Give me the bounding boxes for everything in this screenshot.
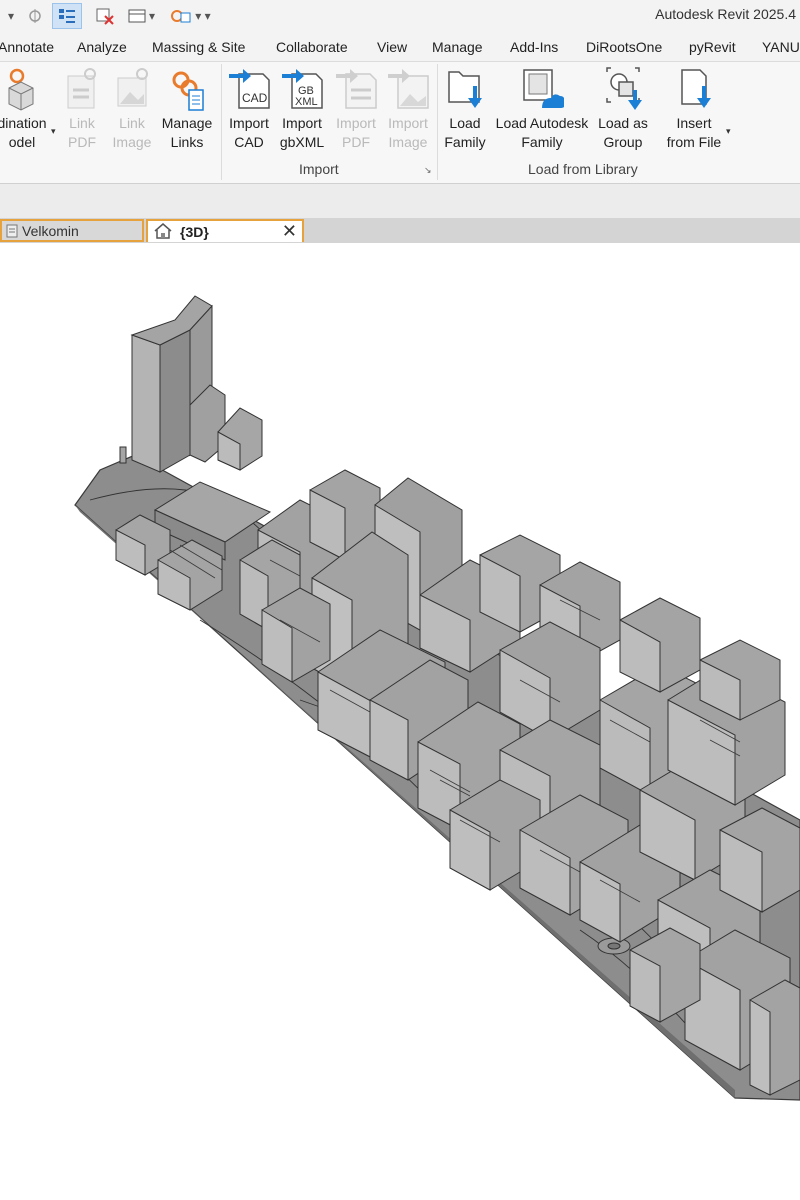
app-title: Autodesk Revit 2025.4 bbox=[655, 6, 796, 22]
dialog-launcher-icon[interactable]: ↘ bbox=[424, 165, 432, 176]
close-hidden-windows-icon[interactable] bbox=[92, 3, 118, 29]
ribbon-tab-bar: Annotate Analyze Massing & Site Collabor… bbox=[0, 34, 800, 62]
tab-annotate[interactable]: Annotate bbox=[0, 39, 54, 55]
chevron-down-icon[interactable]: ▾ bbox=[0, 3, 22, 29]
measure-icon[interactable] bbox=[24, 3, 46, 29]
cad-text: CAD bbox=[242, 91, 268, 105]
insert-from-file-label-1: Insert bbox=[676, 115, 712, 131]
document-icon bbox=[6, 224, 18, 241]
coordination-model-label-1: dination bbox=[0, 115, 47, 131]
import-gbxml-icon: GB XML bbox=[282, 69, 323, 109]
customize-toolbar-icon[interactable]: ▾ ▾ bbox=[166, 3, 214, 29]
insert-from-file-icon bbox=[681, 69, 711, 108]
ribbon-gap bbox=[0, 184, 800, 218]
tab-dirootsone[interactable]: DiRootsOne bbox=[586, 39, 662, 55]
3d-viewport[interactable] bbox=[0, 243, 800, 1200]
import-image-label-1: Import bbox=[388, 115, 428, 131]
group-separator bbox=[437, 64, 438, 180]
import-pdf-label-2: PDF bbox=[342, 134, 370, 150]
tab-manage[interactable]: Manage bbox=[432, 39, 483, 55]
import-pdf-button[interactable]: Import PDF bbox=[330, 66, 382, 152]
load-family-label-1: Load bbox=[449, 115, 481, 131]
insert-from-file-button[interactable]: Insert from File bbox=[661, 66, 727, 152]
import-cad-icon: CAD bbox=[229, 69, 270, 109]
load-as-group-label-2: Group bbox=[603, 134, 643, 150]
manage-links-button[interactable]: Manage Links bbox=[158, 66, 216, 152]
load-family-icon bbox=[448, 71, 482, 108]
close-icon[interactable]: ✕ bbox=[282, 221, 297, 242]
link-image-label-2: Image bbox=[112, 134, 152, 150]
switch-windows-icon[interactable]: ▾ bbox=[122, 3, 160, 29]
tab-view[interactable]: View bbox=[377, 39, 407, 55]
doc-tab-label: Velkomin bbox=[22, 222, 79, 239]
link-image-button[interactable]: Link Image bbox=[106, 66, 158, 152]
tall-tower bbox=[130, 295, 263, 473]
load-family-button[interactable]: Load Family bbox=[440, 66, 490, 152]
load-autodesk-family-icon bbox=[523, 69, 564, 108]
import-group-label: Import bbox=[299, 161, 339, 177]
doc-tab-3d[interactable]: {3D} ✕ bbox=[146, 219, 304, 242]
import-image-icon bbox=[388, 69, 429, 109]
load-autodesk-family-label-2: Family bbox=[521, 134, 563, 150]
coordination-model-label-2: odel bbox=[8, 134, 36, 150]
load-family-label-2: Family bbox=[444, 134, 486, 150]
tab-yanu[interactable]: YANU bbox=[762, 39, 800, 55]
quick-access-toolbar: ▾ ▾ ▾ ▾ Autodesk Revit 2025.4 bbox=[0, 0, 800, 34]
import-image-label-2: Image bbox=[388, 134, 428, 150]
link-pdf-label-2: PDF bbox=[68, 134, 96, 150]
import-pdf-label-1: Import bbox=[336, 115, 376, 131]
tab-massing-site[interactable]: Massing & Site bbox=[152, 39, 245, 55]
link-pdf-label-1: Link bbox=[69, 115, 95, 131]
tab-pyrevit[interactable]: pyRevit bbox=[689, 39, 736, 55]
manage-links-label-2: Links bbox=[170, 134, 204, 150]
doc-tab-velkomin[interactable]: Velkomin bbox=[0, 219, 144, 242]
insert-from-file-label-2: from File bbox=[666, 134, 722, 150]
import-cad-label-2: CAD bbox=[234, 134, 264, 150]
manage-links-icon bbox=[172, 71, 204, 111]
ribbon-panel: dination odel ▾ Link PDF Link Image Mana… bbox=[0, 62, 800, 184]
load-autodesk-family-label-1: Load Autodesk bbox=[495, 115, 589, 131]
load-as-group-label-1: Load as bbox=[598, 115, 648, 131]
load-as-group-button[interactable]: Load as Group bbox=[595, 66, 651, 152]
chevron-down-icon[interactable]: ▾ bbox=[51, 126, 56, 137]
load-from-library-group-label: Load from Library bbox=[528, 161, 638, 177]
import-gbxml-label-1: Import bbox=[282, 115, 322, 131]
xml-text: XML bbox=[295, 96, 318, 108]
import-gbxml-label-2: gbXML bbox=[279, 134, 325, 150]
load-as-group-icon bbox=[606, 67, 642, 110]
link-image-icon bbox=[117, 68, 148, 107]
tab-analyze[interactable]: Analyze bbox=[77, 39, 127, 55]
import-cad-button[interactable]: CAD Import CAD bbox=[224, 66, 274, 152]
load-autodesk-family-button[interactable]: Load Autodesk Family bbox=[490, 66, 594, 152]
thin-lines-icon[interactable] bbox=[52, 3, 82, 29]
import-cad-label-1: Import bbox=[229, 115, 269, 131]
tab-add-ins[interactable]: Add-Ins bbox=[510, 39, 558, 55]
link-pdf-icon bbox=[67, 68, 96, 109]
group-separator bbox=[221, 64, 222, 180]
import-pdf-icon bbox=[336, 69, 377, 109]
import-image-button[interactable]: Import Image bbox=[382, 66, 434, 152]
manage-links-label-1: Manage bbox=[161, 115, 213, 131]
document-tab-bar: Velkomin {3D} ✕ bbox=[0, 218, 800, 243]
tab-collaborate[interactable]: Collaborate bbox=[276, 39, 348, 55]
coordination-model-button[interactable]: dination odel bbox=[0, 66, 50, 152]
3d-city-model bbox=[74, 295, 800, 1101]
doc-tab-label: {3D} bbox=[180, 223, 209, 240]
import-gbxml-button[interactable]: GB XML Import gbXML bbox=[275, 66, 329, 152]
chevron-down-icon[interactable]: ▾ bbox=[726, 126, 731, 137]
link-image-label-1: Link bbox=[119, 115, 145, 131]
link-pdf-button[interactable]: Link PDF bbox=[60, 66, 104, 152]
house-icon bbox=[153, 222, 173, 243]
coordination-model-icon bbox=[8, 68, 34, 111]
